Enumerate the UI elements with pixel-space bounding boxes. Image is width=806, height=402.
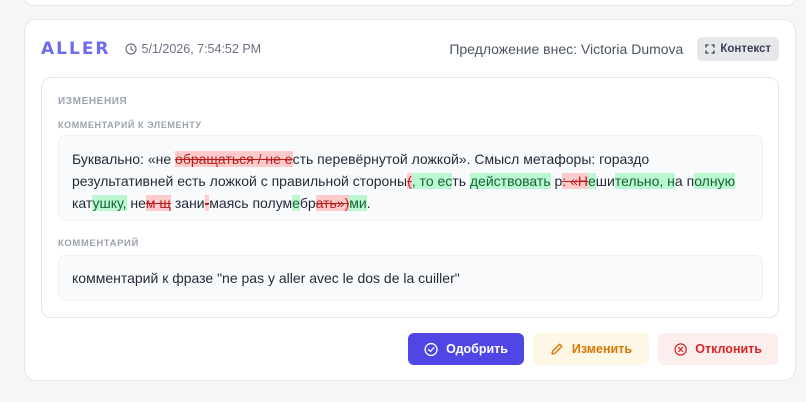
diff-unchanged: ши — [595, 173, 615, 189]
diff-inserted: ушку, — [92, 195, 127, 211]
diff-inserted: , то ес — [411, 173, 453, 189]
diff-box: Буквально: «не обращаться / не есть пере… — [58, 135, 763, 221]
comment-section-title: КОММЕНТАРИЙ — [58, 238, 139, 249]
diff-deleted: м щ — [145, 195, 171, 211]
diff-deleted: обращаться / не — [175, 151, 285, 167]
diff-unchanged: р — [550, 173, 563, 189]
reject-button[interactable]: Отклонить — [658, 333, 778, 365]
diff-inserted: те — [614, 173, 629, 189]
reject-label: Отклонить — [695, 342, 762, 356]
approve-button[interactable]: Одобрить — [408, 333, 524, 365]
suggestion-card: ALLER 5/1/2026, 7:54:52 PM Предложение в… — [24, 19, 796, 381]
word-title: ALLER — [41, 39, 111, 59]
diff-inserted: е — [292, 195, 300, 211]
diff-inserted: льно, н — [628, 173, 675, 189]
diff-unchanged: бр — [299, 195, 316, 211]
diff-unchanged: зани — [170, 195, 205, 211]
diff-inserted: действовать — [469, 173, 551, 189]
comment-text: комментарий к фразе "ne pas y aller avec… — [72, 270, 460, 286]
context-button[interactable]: Контекст — [697, 37, 779, 61]
card-header: ALLER 5/1/2026, 7:54:52 PM Предложение в… — [41, 37, 779, 61]
diff-deleted: е — [284, 151, 293, 167]
edit-label: Изменить — [571, 342, 633, 356]
diff-inserted: олную — [694, 173, 736, 189]
timestamp-text: 5/1/2026, 7:54:52 PM — [141, 42, 262, 56]
diff-inserted: ми — [349, 195, 367, 211]
check-circle-icon — [424, 342, 438, 356]
diff-deleted: : «Н — [562, 173, 588, 189]
timestamp: 5/1/2026, 7:54:52 PM — [124, 42, 262, 56]
diff-unchanged: не — [126, 195, 146, 211]
approve-label: Одобрить — [446, 342, 508, 356]
expand-icon — [705, 44, 715, 54]
field-title: КОММЕНТАРИЙ К ЭЛЕМЕНТУ — [58, 120, 202, 130]
diff-unchanged: ть — [452, 173, 470, 189]
previous-card — [24, 0, 796, 6]
comment-box: комментарий к фразе "ne pas y aller avec… — [58, 255, 763, 301]
changes-panel: ИЗМЕНЕНИЯ КОММЕНТАРИЙ К ЭЛЕМЕНТУ Букваль… — [41, 77, 779, 318]
clock-icon — [124, 43, 137, 55]
context-label: Контекст — [720, 43, 771, 55]
diff-unchanged: . — [366, 195, 371, 211]
diff-unchanged: а п — [674, 173, 695, 189]
diff-deleted: ать») — [315, 195, 350, 211]
diff-inserted: е — [587, 173, 596, 189]
edit-button[interactable]: Изменить — [533, 333, 649, 365]
x-circle-icon — [674, 342, 687, 356]
diff-text: Буквально: «не обращаться / не есть пере… — [59, 136, 762, 226]
diff-unchanged: Буквально: «не — [72, 151, 176, 167]
diff-unchanged: маясь полум — [209, 195, 293, 211]
pencil-icon — [551, 343, 563, 355]
proposer-label: Предложение внес: Victoria Dumova — [449, 41, 684, 57]
action-bar: Одобрить Изменить Отклонить — [408, 333, 778, 365]
changes-section-title: ИЗМЕНЕНИЯ — [58, 96, 128, 107]
diff-unchanged: кат — [72, 195, 93, 211]
